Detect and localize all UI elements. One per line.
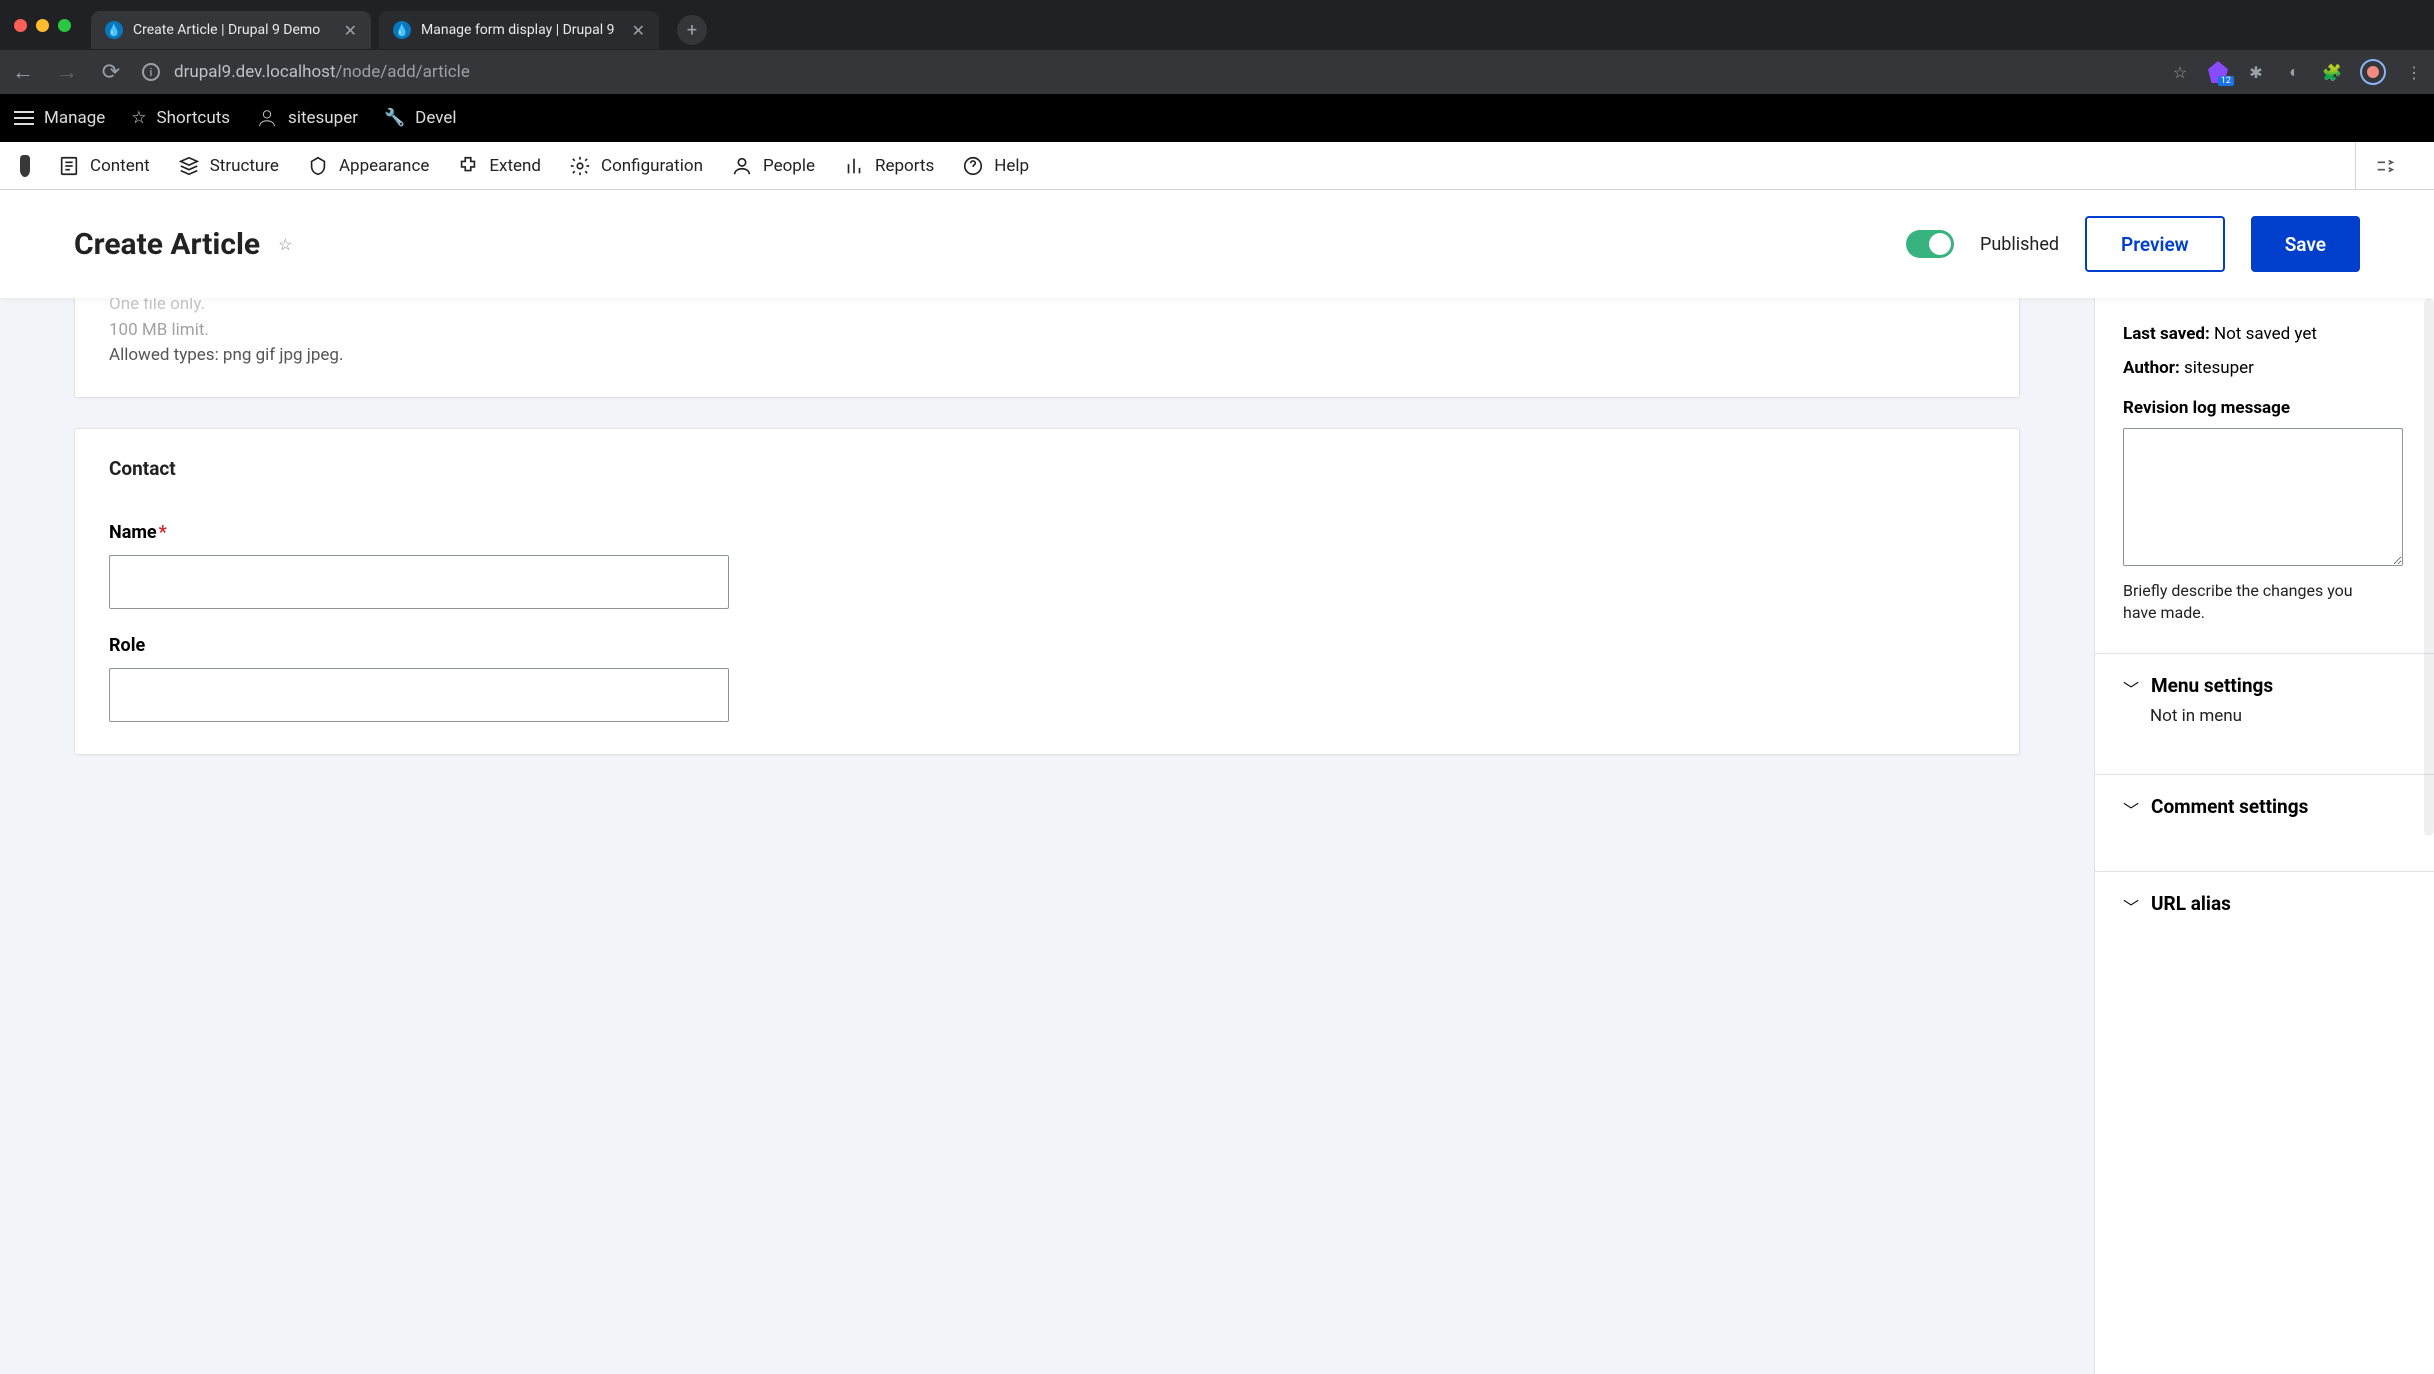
chevron-down-icon: ︿ [2123,896,2139,920]
menu-settings-section[interactable]: ︿ Menu settings Not in menu [2123,654,2416,746]
appearance-icon [307,155,329,177]
scrollbar[interactable] [2424,298,2434,836]
user-link[interactable]: sitesuper [256,107,358,129]
sidebar: Last saved: Not saved yet Author: sitesu… [2094,298,2434,1374]
author: Author: sitesuper [2123,358,2416,378]
browser-toolbar: ← → ⟳ i drupal9.dev.localhost/node/add/a… [0,50,2434,94]
main-column: Choose FileNo file chosen One file only.… [0,298,2094,1374]
orientation-toggle[interactable] [2355,142,2414,189]
close-icon[interactable]: ✕ [344,21,357,40]
published-label: Published [1980,234,2059,255]
new-tab-button[interactable]: + [677,15,707,45]
contact-heading: Contact [109,457,1985,480]
extend-icon [457,155,479,177]
window-minimize[interactable] [36,19,49,32]
browser-titlebar: 💧 Create Article | Drupal 9 Demo ✕ 💧 Man… [0,0,2434,50]
workspace: Choose FileNo file chosen One file only.… [0,298,2434,1374]
admin-menu: Content Structure Appearance Extend Conf… [0,142,2434,190]
extension-icon[interactable]: ✱ [2246,62,2266,82]
profile-avatar[interactable] [2360,59,2386,85]
devel-link[interactable]: 🔧 Devel [384,108,457,128]
extension-icon[interactable]: 12 [2208,62,2228,82]
star-icon: ☆ [131,108,146,128]
reports-icon [843,155,865,177]
drupal-favicon: 💧 [393,21,411,39]
menu-people[interactable]: People [731,155,815,177]
browser-tab-active[interactable]: 💧 Create Article | Drupal 9 Demo ✕ [91,11,371,49]
role-input[interactable] [109,668,729,722]
contact-card: Contact Name* Role [74,428,2020,755]
structure-icon [178,155,200,177]
name-input[interactable] [109,555,729,609]
shortcuts-label: Shortcuts [157,108,231,128]
tab-title: Manage form display | Drupal 9 [421,22,622,38]
user-label: sitesuper [288,108,358,128]
menu-content[interactable]: Content [58,155,150,177]
window-controls [14,19,71,32]
window-maximize[interactable] [58,19,71,32]
last-saved: Last saved: Not saved yet [2123,324,2416,344]
menu-configuration[interactable]: Configuration [569,155,703,177]
browser-chrome: 💧 Create Article | Drupal 9 Demo ✕ 💧 Man… [0,0,2434,94]
file-help-types: Allowed types: png gif jpg jpeg. [109,343,1985,369]
save-button[interactable]: Save [2251,216,2360,272]
url-alias-section[interactable]: ︿ URL alias [2123,872,2416,926]
drupal-icon[interactable] [20,155,30,177]
name-label: Name* [109,522,1985,543]
devel-label: Devel [415,108,456,128]
reload-button[interactable]: ⟳ [98,60,124,85]
menu-help[interactable]: Help [962,155,1029,177]
close-icon[interactable]: ✕ [632,21,645,40]
published-toggle[interactable] [1906,230,1954,258]
toolbar-right: ☆ 12 ✱ ◐ 🧩 ⋮ [2170,59,2424,85]
kebab-menu-icon[interactable]: ⋮ [2404,62,2424,82]
extension-icon[interactable]: ◐ [2284,62,2304,82]
chevron-down-icon: ︿ [2123,678,2139,702]
page-title: Create Article [74,227,260,262]
forward-button[interactable]: → [54,59,80,85]
role-label: Role [109,635,1985,656]
back-button[interactable]: ← [10,59,36,85]
revision-label: Revision log message [2123,398,2416,418]
page-header: Create Article ☆ Published Preview Save [0,190,2434,298]
name-field: Name* [109,522,1985,609]
shortcut-star-button[interactable]: ☆ [278,235,292,254]
file-help-line1: One file only. [109,298,1985,318]
wrench-icon: 🔧 [384,108,405,128]
hamburger-icon [14,111,34,125]
browser-tab-inactive[interactable]: 💧 Manage form display | Drupal 9 ✕ [379,11,659,49]
manage-label: Manage [44,108,105,128]
file-help-limit: 100 MB limit. [109,318,1985,344]
page-actions: Published Preview Save [1906,216,2360,272]
tab-title: Create Article | Drupal 9 Demo [133,22,334,38]
menu-appearance[interactable]: Appearance [307,155,429,177]
help-icon [962,155,984,177]
revision-hint: Briefly describe the changes you have ma… [2123,580,2383,625]
revision-textarea[interactable] [2123,428,2403,566]
manage-menu[interactable]: Manage [14,108,105,128]
gear-icon [569,155,591,177]
address-bar[interactable]: i drupal9.dev.localhost/node/add/article [142,62,2152,82]
menu-structure[interactable]: Structure [178,155,279,177]
menu-extend[interactable]: Extend [457,155,541,177]
people-icon [731,155,753,177]
extensions-puzzle-icon[interactable]: 🧩 [2322,62,2342,82]
chevron-down-icon: ︿ [2123,799,2139,823]
shortcuts-link[interactable]: ☆ Shortcuts [131,108,230,128]
menu-settings-summary: Not in menu [2150,706,2416,726]
admin-toolbar: Manage ☆ Shortcuts sitesuper 🔧 Devel [0,94,2434,142]
window-close[interactable] [14,19,27,32]
role-field: Role [109,635,1985,722]
comment-settings-section[interactable]: ︿ Comment settings [2123,775,2416,843]
content-icon [58,155,80,177]
menu-reports[interactable]: Reports [843,155,934,177]
drupal-favicon: 💧 [105,21,123,39]
bookmark-star-icon[interactable]: ☆ [2170,62,2190,82]
site-info-icon[interactable]: i [142,63,160,81]
user-icon [256,107,278,129]
image-upload-card: Choose FileNo file chosen One file only.… [74,298,2020,398]
url-text: drupal9.dev.localhost/node/add/article [174,62,470,82]
preview-button[interactable]: Preview [2085,216,2225,272]
